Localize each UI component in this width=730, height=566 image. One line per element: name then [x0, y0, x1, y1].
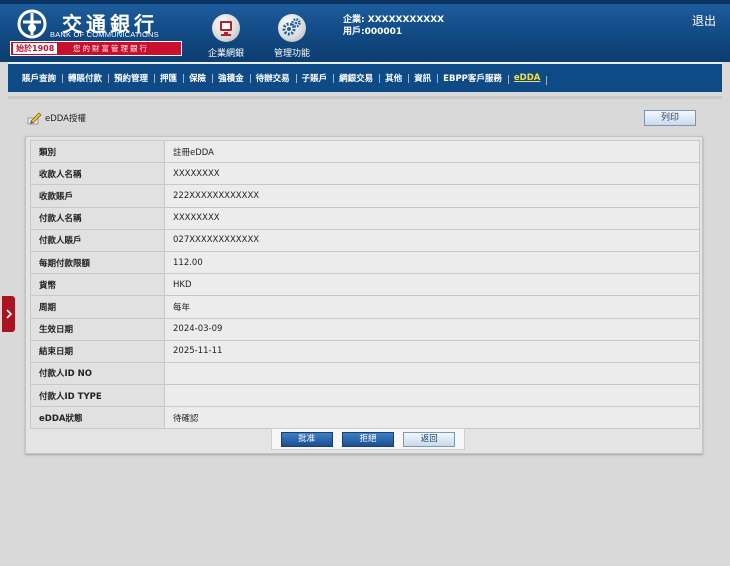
edda-detail-table: 類別 註冊eDDA 收款人名稱 XXXXXXXX 收款賬戶 222XXXXXXXXXXXX…: [30, 139, 700, 430]
approve-button[interactable]: 批准: [280, 431, 333, 447]
monitor-icon: [212, 14, 240, 42]
detail-row-value: 2025-11-11: [164, 339, 700, 363]
menu-item-3[interactable]: 押匯: [154, 72, 183, 84]
detail-row-label: 類別: [30, 139, 165, 164]
detail-row-label: 付款人ID TYPE: [30, 384, 165, 408]
detail-row-label: eDDA狀態: [30, 406, 165, 430]
detail-row: 貨幣 HKD: [30, 273, 700, 297]
menu-item-5[interactable]: 強積金: [212, 72, 250, 84]
detail-row-value: 註冊eDDA: [164, 139, 700, 164]
nav-corporate-banking-label: 企業網銀: [207, 49, 244, 59]
slogan-text: 您的財富管理銀行: [73, 44, 149, 53]
page-heading: eDDA授權: [26, 110, 86, 126]
detail-row-label: 周期: [30, 295, 165, 319]
since-badge: 始於1908: [13, 43, 58, 54]
edda-detail-box: 類別 註冊eDDA 收款人名稱 XXXXXXXX 收款賬戶 222XXXXXXXXXXXX…: [25, 136, 703, 454]
detail-row-label: 付款人賬戶: [30, 228, 165, 252]
detail-row-value: HKD: [164, 273, 700, 297]
detail-row-label: 貨幣: [30, 273, 165, 297]
corp-row: 企業: XXXXXXXXXXX: [343, 14, 444, 26]
detail-row: 付款人名稱 XXXXXXXX: [30, 206, 700, 230]
detail-row-label: 付款人ID NO: [30, 361, 165, 386]
reject-button[interactable]: 拒絕: [341, 431, 394, 447]
detail-row-value: 112.00: [164, 250, 700, 275]
page-title: eDDA授權: [45, 114, 86, 124]
menu-item-6[interactable]: 待辦交易: [249, 72, 296, 84]
menu-item-11[interactable]: EBPP客戶服務: [437, 72, 508, 84]
detail-row-value: XXXXXXXX: [164, 206, 700, 230]
menu-item-2[interactable]: 預約管理: [108, 72, 154, 84]
detail-row-value: 027XXXXXXXXXXXX: [164, 228, 700, 252]
action-button-bar: 批准 拒絕 返回: [271, 428, 465, 450]
menu-item-10[interactable]: 資訊: [408, 72, 437, 84]
detail-row-label: 收款人名稱: [30, 162, 165, 186]
corp-label: 企業:: [343, 15, 365, 25]
user-value: 000001: [364, 27, 403, 37]
detail-row: 收款人名稱 XXXXXXXX: [30, 162, 700, 186]
detail-row: 付款人ID NO: [30, 361, 700, 386]
logo-english-name: BANK OF COMMUNICATIONS: [50, 30, 159, 39]
bank-logo[interactable]: 交通銀行 BANK OF COMMUNICATIONS 始於1908 您的財富管…: [10, 6, 182, 58]
detail-row-value: XXXXXXXX: [164, 162, 700, 186]
pen-icon: [27, 112, 42, 125]
detail-row-label: 結束日期: [30, 339, 165, 363]
gear-icon: [278, 14, 306, 42]
detail-row: 生效日期 2024-03-09: [30, 317, 700, 341]
detail-row: 付款人賬戶 027XXXXXXXXXXXX: [30, 228, 700, 252]
menu-item-4[interactable]: 保險: [183, 72, 212, 84]
menu-item-1[interactable]: 轉賬付款: [62, 72, 108, 84]
corp-value: XXXXXXXXXXX: [367, 15, 445, 25]
menu-separator: [546, 74, 548, 85]
detail-row-value: 222XXXXXXXXXXXX: [164, 184, 700, 208]
detail-row: 周期 每年: [30, 295, 700, 319]
detail-row: 每期付款限額 112.00: [30, 250, 700, 275]
back-button[interactable]: 返回: [403, 431, 456, 447]
bocom-logo-icon: [17, 9, 47, 39]
detail-row: 類別 註冊eDDA: [30, 139, 700, 164]
detail-row-label: 收款賬戶: [30, 184, 165, 208]
content-panel: eDDA授權 列印 類別 註冊eDDA 收款人名稱 XXXXXXXX 收款賬戶 222XX…: [8, 96, 722, 566]
menu-item-0[interactable]: 賬戶查詢: [16, 72, 62, 84]
header-bar: 交通銀行 BANK OF COMMUNICATIONS 始於1908 您的財富管…: [0, 0, 730, 62]
logo-slogan-bar: 始於1908 您的財富管理銀行: [10, 41, 182, 56]
main-menu-list: 賬戶查詢 轉賬付款 預約管理 押匯 保險 強積金 待辦交易 子賬戶 網銀交易 其他 資訊 EBPP客戶…: [8, 64, 722, 92]
user-label: 用戶:: [343, 27, 365, 37]
detail-row-label: 生效日期: [30, 317, 165, 341]
main-menu: 賬戶查詢 轉賬付款 預約管理 押匯 保險 強積金 待辦交易 子賬戶 網銀交易 其他 資訊 EBPP客戶…: [8, 62, 722, 92]
logout-link[interactable]: 退出: [692, 12, 716, 29]
user-row: 用戶:000001: [343, 26, 444, 38]
detail-row-value: 每年: [164, 295, 700, 319]
detail-row: 收款賬戶 222XXXXXXXXXXXX: [30, 184, 700, 208]
nav-corporate-banking[interactable]: 企業網銀: [196, 10, 256, 60]
menu-item-8[interactable]: 網銀交易: [333, 72, 379, 84]
detail-row-value: 2024-03-09: [164, 317, 700, 341]
print-button[interactable]: 列印: [644, 110, 696, 126]
detail-row-value: [164, 384, 700, 408]
detail-row-value: [164, 361, 700, 386]
chevron-right-icon: [5, 309, 12, 319]
detail-row-value: 待確認: [164, 406, 700, 430]
nav-management[interactable]: 管理功能: [262, 10, 322, 60]
nav-management-label: 管理功能: [273, 49, 310, 59]
account-info: 企業: XXXXXXXXXXX 用戶:000001: [343, 14, 444, 38]
menu-item-7[interactable]: 子賬戶: [295, 72, 334, 84]
detail-row: 結束日期 2025-11-11: [30, 339, 700, 363]
detail-row: eDDA狀態 待確認: [30, 406, 700, 430]
detail-row: 付款人ID TYPE: [30, 384, 700, 408]
detail-row-label: 每期付款限額: [30, 250, 165, 275]
header-top-strip: [0, 0, 730, 4]
menu-item-9[interactable]: 其他: [379, 72, 408, 84]
detail-row-label: 付款人名稱: [30, 206, 165, 230]
side-panel-toggle[interactable]: [2, 296, 15, 332]
menu-item-12[interactable]: eDDA: [507, 73, 546, 84]
